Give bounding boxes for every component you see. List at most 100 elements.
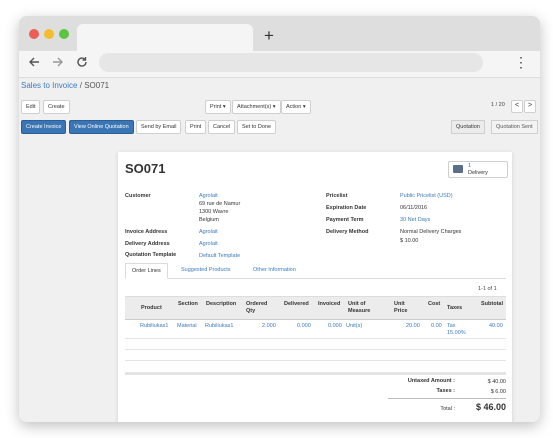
row-invoiced[interactable]: 0.000 [328,323,342,330]
edit-button[interactable]: Edit [21,100,41,114]
close-window-button[interactable] [29,29,39,39]
list-pager: 1-1 of 1 [478,286,497,292]
row-cost[interactable]: 0.00 [431,323,442,330]
pricelist-label: Pricelist [326,193,348,199]
col-invoiced[interactable]: Invoiced [318,301,340,308]
back-arrow-icon[interactable] [28,55,40,71]
row-subtotal[interactable]: 40.00 [489,323,503,330]
customer-address-line-1: 69 rue de Namur [199,201,241,207]
delivery-method-price: $ 10.00 [400,238,419,244]
total-value: $ 46.00 [475,402,506,412]
customer-label: Customer [125,193,151,199]
notebook-tabs: Order Lines Suggested Products Other Inf… [125,263,506,279]
delivery-address-link[interactable]: Agrolait [199,241,218,247]
row-taxes-line-2[interactable]: 15.00% [447,330,466,337]
customer-link[interactable]: Agrolait [199,193,218,199]
action-dropdown-button[interactable]: Action ▾ [281,100,311,114]
zoom-window-button[interactable] [59,29,69,39]
create-button[interactable]: Create [43,100,70,114]
payment-term-link[interactable]: 30 Net Days [400,217,430,223]
reload-icon[interactable] [76,55,88,71]
delivery-smart-button[interactable]: 1 Delivery [448,161,508,178]
col-taxes[interactable]: Taxes [447,305,462,312]
truck-icon [453,165,463,173]
browser-tab[interactable] [77,24,253,51]
tab-strip: + [19,16,540,51]
expiration-date-value: 06/11/2016 [400,205,428,211]
cancel-button[interactable]: Cancel [208,120,236,134]
tab-suggested-products[interactable]: Suggested Products [175,263,237,277]
payment-term-label: Payment Term [326,217,364,223]
form-sheet: SO071 1 Delivery Customer Agrolait 69 ru… [118,152,512,422]
print-dropdown-button[interactable]: Print ▾ [205,100,231,114]
pricelist-link[interactable]: Public Pricelist (USD) [400,193,453,199]
row-unit-price[interactable]: 20.00 [406,323,420,330]
row-product[interactable]: Rubiliukas1 [140,323,168,330]
browser-toolbar: ⋮ [19,51,540,78]
stage-quotation-sent[interactable]: Quotation Sent [491,120,538,134]
col-ordered-qty-line-2[interactable]: Qty [246,308,255,315]
print-button[interactable]: Print [185,120,207,134]
col-delivered[interactable]: Delivered [284,301,309,308]
forward-arrow-icon[interactable] [52,55,64,71]
col-section[interactable]: Section [178,301,198,308]
breadcrumb-separator: / [79,81,82,90]
send-by-email-button[interactable]: Send by Email [136,120,182,134]
browser-menu-icon[interactable]: ⋮ [514,54,528,70]
totals-divider [388,398,506,399]
customer-address-line-2: 1300 Wavre [199,209,229,215]
row-section[interactable]: Material [177,323,197,330]
invoice-address-link[interactable]: Agrolait [199,229,218,235]
col-unit-price-line-2[interactable]: Price [394,308,407,315]
row-description[interactable]: Rubiliukas1 [205,323,233,330]
stage-quotation: Quotation [451,120,485,134]
breadcrumb-parent-link[interactable]: Sales to Invoice [21,81,77,90]
row-divider [125,360,506,361]
delivery-method-label: Delivery Method [326,229,369,235]
row-divider [125,349,506,350]
delivery-label: Delivery [468,170,488,176]
row-divider [125,338,506,339]
untaxed-amount-label: Untaxed Amount : [407,378,455,384]
tab-order-lines[interactable]: Order Lines [125,263,168,279]
pager-counter: 1 / 20 [491,102,505,108]
total-label: Total : [440,406,455,412]
create-invoice-button[interactable]: Create Invoice [21,120,67,134]
col-uom-line-2[interactable]: Measure [348,308,370,315]
view-online-quotation-button[interactable]: View Online Quotation [69,120,134,134]
delivery-method-value: Normal Delivery Charges [400,229,462,235]
col-subtotal[interactable]: Subtotal [481,301,503,308]
breadcrumb-current: SO071 [84,81,110,90]
col-uom-line-1[interactable]: Unit of [348,301,365,308]
table-header: Product Section Description Ordered Qty … [125,296,506,320]
address-bar[interactable] [99,53,483,72]
row-uom[interactable]: Unit(s) [346,323,362,330]
breadcrumb: Sales to Invoice / SO071 [21,81,109,90]
row-delivered[interactable]: 0.000 [297,323,311,330]
pager-previous-button[interactable]: < [511,100,523,113]
tab-other-information[interactable]: Other Information [247,263,302,277]
minimize-window-button[interactable] [44,29,54,39]
untaxed-amount-value: $ 40.00 [487,379,506,385]
odoo-app: Sales to Invoice / SO071 Edit Create Pri… [19,78,540,422]
col-product[interactable]: Product [141,305,162,312]
taxes-value: $ 6.00 [490,389,506,395]
quotation-template-label: Quotation Template [125,252,177,258]
expiration-date-label: Expiration Date [326,205,367,211]
row-ordered-qty[interactable]: 2.000 [262,323,276,330]
set-to-done-button[interactable]: Set to Done [237,120,277,134]
delivery-count: 1 [468,163,472,169]
pager-next-button[interactable]: > [524,100,536,113]
col-unit-price-line-1[interactable]: Unit [394,301,405,308]
attachments-dropdown-button[interactable]: Attachment(s) ▾ [232,100,281,114]
row-taxes-line-1[interactable]: Tax [447,323,456,330]
col-description[interactable]: Description [206,301,236,308]
taxes-label: Taxes : [436,388,455,394]
table-footer [125,372,506,375]
customer-address-line-3: Belgium [199,217,219,223]
col-cost[interactable]: Cost [428,301,440,308]
browser-window: + ⋮ Sales to Invoice / SO071 Edit Create… [19,16,540,422]
new-tab-icon[interactable]: + [264,27,274,44]
quotation-template-link[interactable]: Default Template [199,253,240,259]
col-ordered-qty-line-1[interactable]: Ordered [246,301,267,308]
